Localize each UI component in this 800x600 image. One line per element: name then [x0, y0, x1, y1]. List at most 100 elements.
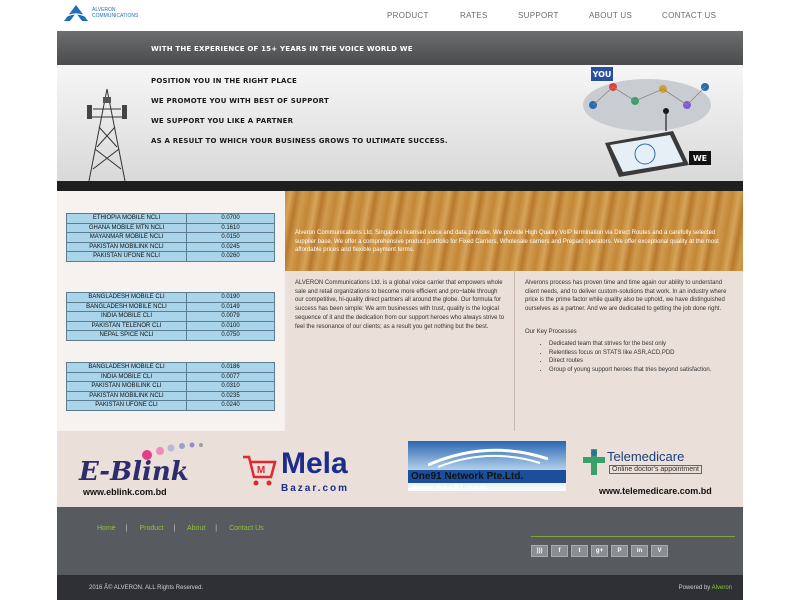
rate-country: PAKISTAN MOBILINK CLI: [66, 381, 187, 392]
main-nav: PRODUCT RATES SUPPORT ABOUT US CONTACT U…: [0, 11, 800, 21]
key-process-item: Dedicated team that strives for the best…: [549, 340, 736, 349]
rates-table-3: BANGLADESH MOBILE CLI 0.0186 INDIA MOBILE …: [66, 362, 275, 411]
footer: Home | Product | About | Contact Us ))) f t…: [57, 507, 743, 575]
intro-text: Alveron Communications Ltd, Singapore li…: [295, 230, 719, 253]
copyright-bar: 2016 Â© ALVERON. ALL Rights Reserved. Po…: [57, 575, 743, 600]
client-eblink[interactable]: E-Blink www.eblink.com.bd: [79, 441, 219, 499]
rate-row: PAKISTAN MOBILINK NCLI 0.0235: [66, 390, 275, 401]
rate-country: BANGLADESH MOBILE NCLI: [66, 301, 187, 312]
key-processes-list: Dedicated team that strives for the best…: [541, 340, 736, 374]
telemedicare-tagline: Online doctor's appointment: [609, 465, 702, 474]
rate-value: 0.1610: [186, 222, 275, 233]
rate-row: GHANA MOBILE MTN NCLI 0.1610: [66, 222, 275, 233]
rate-value: 0.0079: [186, 311, 275, 322]
rate-row: PAKISTAN TELENOR CLI 0.0100: [66, 320, 275, 331]
nav-about-us[interactable]: ABOUT US: [589, 11, 632, 20]
nav-rates[interactable]: RATES: [460, 11, 488, 20]
tower-illustration: [87, 88, 127, 181]
mela-logo-text: Mela: [281, 447, 348, 480]
footer-link-home[interactable]: Home: [97, 525, 116, 532]
rates-panel: ETHIOPIA MOBILE NCLI 0.0700 GHANA MOBILE M…: [57, 191, 285, 431]
powered-by-label: Powered by: [678, 585, 711, 591]
about-text: ALVERON Communications Ltd. is a global …: [295, 280, 505, 330]
network-illustration: YOU WE: [583, 67, 711, 177]
rate-row: INDIA MOBILE CLI 0.0079: [66, 311, 275, 322]
footer-link-product[interactable]: Product: [139, 525, 163, 532]
rate-country: BANGLADESH MOBILE CLI: [66, 292, 187, 303]
one91-url: www.one91.com: [412, 483, 488, 492]
nav-support[interactable]: SUPPORT: [518, 11, 559, 20]
powered-by: Powered by Alveron: [679, 585, 732, 591]
key-process-item: Relentless focus on STATS like ASR,ACD,P…: [549, 349, 736, 358]
nav-product[interactable]: PRODUCT: [387, 11, 429, 20]
footer-divider: [531, 536, 735, 537]
banner-line-3: WE SUPPORT YOU LIKE A PARTNER: [151, 117, 294, 125]
rate-value: 0.0186: [186, 362, 275, 373]
key-process-item: Direct routes: [549, 357, 736, 366]
social-icons: ))) f t g+ P in V: [531, 545, 668, 557]
footer-link-contact[interactable]: Contact Us: [229, 525, 264, 532]
telemedicare-logo-text: Telemedicare: [607, 449, 685, 464]
mela-bazar-text: Bazar.com: [281, 483, 350, 494]
header: ALVERON COMMUNICATIONS PRODUCT RATES SUP…: [0, 0, 800, 30]
rate-country: MAYANMAR MOBILE NCLI: [66, 232, 187, 243]
about-panel: ALVERON Communications Ltd. is a global …: [285, 271, 515, 431]
rate-value: 0.0700: [186, 213, 275, 224]
rate-row: ETHIOPIA MOBILE NCLI 0.0700: [66, 213, 275, 224]
client-melabazar[interactable]: M Mela Bazar.com: [241, 441, 401, 499]
facebook-icon[interactable]: f: [551, 545, 568, 557]
rate-country: INDIA MOBILE CLI: [66, 371, 187, 382]
banner-line-4: AS A RESULT TO WHICH YOUR BUSINESS GROWS…: [151, 137, 448, 145]
bubble-you: YOU: [592, 70, 612, 79]
rate-value: 0.0750: [186, 330, 275, 341]
rate-country: GHANA MOBILE MTN NCLI: [66, 222, 187, 233]
rate-value: 0.0077: [186, 371, 275, 382]
rate-value: 0.0100: [186, 320, 275, 331]
rate-value: 0.0149: [186, 301, 275, 312]
clients-strip: E-Blink www.eblink.com.bd M Mela Bazar.c…: [57, 431, 743, 507]
client-telemedicare[interactable]: Telemedicare Online doctor's appointment…: [581, 441, 741, 499]
cart-icon: M: [243, 455, 277, 486]
one91-swoosh-icon: [428, 448, 548, 468]
banner: POSITION YOU IN THE RIGHT PLACE WE PROMO…: [57, 65, 743, 181]
key-process-item: Group of young support heroes that tries…: [549, 366, 736, 375]
rate-value: 0.0240: [186, 400, 275, 411]
rate-country: PAKISTAN UFONE CLI: [66, 400, 187, 411]
banner-heading: WITH THE EXPERIENCE OF 15+ YEARS IN THE …: [151, 45, 413, 53]
rate-value: 0.0310: [186, 381, 275, 392]
telemedicare-cross-icon: [583, 449, 605, 475]
linkedin-icon[interactable]: in: [631, 545, 648, 557]
nav-contact-us[interactable]: CONTACT US: [662, 11, 716, 20]
content-area: ETHIOPIA MOBILE NCLI 0.0700 GHANA MOBILE M…: [57, 191, 743, 431]
rate-value: 0.0235: [186, 390, 275, 401]
rate-country: NEPAL SPICE NCLI: [66, 330, 187, 341]
rate-row: PAKISTAN UFONE NCLI 0.0260: [66, 251, 275, 262]
key-processes-heading: Our Key Processes: [525, 329, 577, 335]
one91-logo: One91 Network Pte.Ltd. www.one91.com: [408, 441, 566, 492]
googleplus-icon[interactable]: g+: [591, 545, 608, 557]
rate-row: BANGLADESH MOBILE NCLI 0.0149: [66, 301, 275, 312]
rss-icon[interactable]: ))): [531, 545, 548, 557]
rate-row: PAKISTAN UFONE CLI 0.0240: [66, 400, 275, 411]
pinterest-icon[interactable]: P: [611, 545, 628, 557]
client-one91[interactable]: One91 Network Pte.Ltd. www.one91.com: [408, 441, 568, 499]
page: ALVERON COMMUNICATIONS PRODUCT RATES SUP…: [0, 0, 800, 600]
bubble-we: WE: [693, 154, 707, 163]
rate-row: NEPAL SPICE NCLI 0.0750: [66, 330, 275, 341]
rate-value: 0.0260: [186, 251, 275, 262]
rate-country: PAKISTAN TELENOR CLI: [66, 320, 187, 331]
footer-link-about[interactable]: About: [187, 525, 205, 532]
rate-country: BANGLADESH MOBILE CLI: [66, 362, 187, 373]
twitter-icon[interactable]: t: [571, 545, 588, 557]
telemedicare-url: www.telemedicare.com.bd: [599, 486, 712, 496]
powered-by-link[interactable]: Alveron: [712, 585, 732, 591]
svg-text:M: M: [257, 465, 265, 476]
banner-heading-bar: WITH THE EXPERIENCE OF 15+ YEARS IN THE …: [57, 31, 743, 65]
process-panel: Alverons process has proven time and tim…: [515, 271, 743, 431]
eblink-logo-text: E-Blink: [79, 457, 189, 487]
rate-value: 0.0190: [186, 292, 275, 303]
banner-line-1: POSITION YOU IN THE RIGHT PLACE: [151, 77, 297, 85]
banner-bottom-bar: [57, 181, 743, 191]
one91-name: One91 Network Pte.Ltd.: [411, 471, 524, 482]
vimeo-icon[interactable]: V: [651, 545, 668, 557]
